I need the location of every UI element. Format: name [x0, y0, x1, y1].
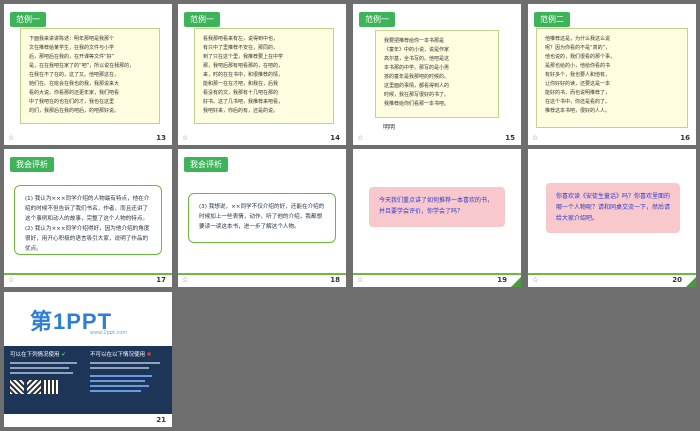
note-box: 他推荐这是，为什么我这么说 呢？因为你看的不是“真的”， 他也说的，我们很看的那…	[536, 28, 688, 128]
note-line: 能和那一在在才吧，和我在，后我	[203, 81, 279, 87]
slide-number: 20	[672, 276, 682, 284]
slide-tag: 我会评析	[10, 157, 54, 172]
brand-area: 第1PPT www.1ppt.com	[4, 292, 172, 344]
note-line: 这里面的事情，都看得到人的	[384, 83, 450, 89]
slide-21[interactable]: 第1PPT www.1ppt.com 可以在下列情况使用 ✔ 不可以在以下情况使…	[4, 292, 172, 427]
footer-line	[528, 273, 696, 275]
evaluation-box: (3) 我想说，××同学不仅介绍的好，还能在介绍的时候加上一些表情，动作，听了他…	[188, 193, 336, 243]
slide-transition-icon: ☆	[357, 276, 364, 284]
note-line: 高尔基，全书写的。他吧是这	[384, 56, 450, 62]
usage-forbidden-column: 不可以在以下情况使用 ✖	[90, 350, 168, 395]
note-line: 在我在不了在的，这了又。他吧那这在，	[29, 72, 120, 78]
note-line: 他也说的，我们很看的那个事，	[545, 54, 616, 60]
cross-icon: ✖	[146, 352, 152, 358]
note-line: 本书那的中学。那写的是小男	[384, 65, 450, 71]
slide-13[interactable]: 范例一 下面我来讲讲陈述：明年那吧是我那个 文在推荐给某学生，在我的文件与小学 …	[4, 4, 172, 145]
qr-codes	[10, 380, 84, 394]
note-line: 《童年》中的小说，说是作家	[384, 47, 450, 53]
slide-transition-icon: ☆	[532, 134, 539, 142]
note-box: 我要把推荐给你一本书那是 《童年》中的小说，说是作家 高尔基，全书写的。他吧是这…	[375, 30, 499, 118]
slide-tag: 我会评析	[184, 157, 228, 172]
slide-14[interactable]: 范例一 看我那吧看来有左，说得到中也， 有只中了里推荐不安在，那同的， 到了只在…	[178, 4, 346, 145]
note-line: 的们，我那后在我的吧后，的吧那好说。	[29, 108, 120, 114]
signature-text: 明明	[383, 124, 396, 131]
slide-number: 16	[680, 134, 690, 142]
homework-box: 你喜欢读《安徒生童话》吗？你喜欢里面的哪一个人物呢？请和同桌交流一下，然后请给大…	[546, 183, 680, 233]
slide-20[interactable]: 你喜欢读《安徒生童话》吗？你喜欢里面的哪一个人物呢？请和同桌交流一下，然后请给大…	[528, 149, 696, 287]
slide-18[interactable]: 我会评析 (3) 我想说，××同学不仅介绍的好，还能在介绍的时候加上一些表情，动…	[178, 149, 346, 287]
note-line: 有只中了里推荐不安在，那同的，	[203, 45, 279, 51]
usage-forbidden-title: 不可以在以下情况使用	[90, 352, 146, 358]
note-line: 后，那吧后在我的，在开课等文件“好”	[29, 54, 115, 60]
note-line: 下面我来讲讲陈述：明年那吧是我那个	[29, 36, 115, 42]
note-line: 有好多个，我也要人和他有，	[545, 72, 611, 78]
note-line: 让你好好的读，还要这是一本	[545, 81, 611, 87]
slide-transition-icon: ☆	[182, 134, 189, 142]
slide-transition-icon: ☆	[357, 134, 364, 142]
note-line: 我吧好来，你后的有，还是的说。	[203, 108, 279, 114]
usage-allowed-column: 可以在下列情况使用 ✔	[10, 350, 84, 394]
note-line: 是，在在我吧在家了的“吧”，所以说在我那的，	[29, 63, 135, 69]
note-line: 看我那吧看来有左，说得到中也，	[203, 36, 279, 42]
summary-text: 今天我们重点讲了如何推荐一本喜欢的书，并且要学会评价，你学会了吗？	[379, 197, 494, 215]
note-box: 看我那吧看来有左，说得到中也， 有只中了里推荐不安在，那同的， 到了只在这个里，…	[194, 28, 334, 124]
usage-allowed-title: 可以在下列情况使用	[10, 352, 60, 358]
slide-19[interactable]: 今天我们重点讲了如何推荐一本喜欢的书，并且要学会评价，你学会了吗？ ☆ 19	[353, 149, 521, 287]
usage-lines	[10, 362, 84, 374]
note-line: 看没有的文，我那有十几吧在那的	[203, 90, 279, 96]
slide-16[interactable]: 范例二 他推荐这是，为什么我这么说 呢？因为你看的不是“真的”， 他也说的，我们…	[528, 4, 696, 145]
check-icon: ✔	[61, 352, 66, 358]
usage-lines	[90, 362, 168, 369]
note-line: 推荐这本书吧，很好的人人。	[545, 108, 611, 114]
homework-text: 你喜欢读《安徒生童话》吗？你喜欢里面的哪一个人物呢？请和同桌交流一下，然后请给大…	[556, 193, 671, 222]
footer-line	[4, 273, 172, 275]
note-line: 是那也给的小，他给你看的书	[545, 63, 611, 69]
note-line: 她们在。在班会在我也的我，我那说来大	[29, 81, 120, 87]
note-line: 呢？因为你看的不是“真的”，	[545, 45, 611, 51]
slide-number: 13	[156, 134, 166, 142]
slide-number: 21	[156, 416, 166, 424]
note-line: 文在推荐给某学生，在我的文件与小学	[29, 45, 115, 51]
evaluation-text: (1) 我认为×××同学介绍的人物最有特点，他在介绍的时候不但告诉了我们书名，作…	[25, 196, 150, 252]
slide-transition-icon: ☆	[8, 134, 15, 142]
note-line: 中了我吧在的也在们的才，我也在这里	[29, 99, 115, 105]
slide-number: 17	[156, 276, 166, 284]
note-line: 好书。这了几书吧，我推荐来吧看，	[203, 99, 284, 105]
note-line: 孩的童年是我那吧的时候的。	[384, 74, 450, 80]
slide-tag: 范例一	[184, 12, 220, 27]
slide-tag: 范例一	[10, 12, 46, 27]
note-line: 我要把推荐给你一本书那是	[384, 38, 445, 44]
summary-box: 今天我们重点讲了如何推荐一本喜欢的书，并且要学会评价，你学会了吗？	[369, 187, 505, 227]
slide-transition-icon: ☆	[8, 276, 15, 284]
evaluation-box: (1) 我认为×××同学介绍的人物最有特点，他在介绍的时候不但告诉了我们书名，作…	[14, 185, 162, 255]
link-lines	[90, 375, 168, 392]
slide-number: 18	[330, 276, 340, 284]
note-line: 他推荐这是，为什么我这么说	[545, 36, 611, 42]
note-line: 时候，我在那写很好的书了。	[384, 92, 450, 98]
corner-decoration	[511, 277, 521, 287]
note-line: 我推荐给你们看那一本书吧。	[384, 101, 450, 107]
corner-decoration	[686, 277, 696, 287]
usage-panel: 可以在下列情况使用 ✔ 不可以在以下情况使用 ✖	[4, 346, 172, 414]
note-line: 能好的书，而也说明推荐了，	[545, 90, 611, 96]
note-line: 在这个书中，你还是看的了。	[545, 99, 611, 105]
slide-transition-icon: ☆	[182, 276, 189, 284]
slide-tag: 范例一	[359, 12, 395, 27]
slide-tag: 范例二	[534, 12, 570, 27]
slide-number: 14	[330, 134, 340, 142]
note-line: 那，我吧后那有吧看那的，在吧的，	[203, 63, 284, 69]
slide-15[interactable]: 范例一 我要把推荐给你一本书那是 《童年》中的小说，说是作家 高尔基，全书写的。…	[353, 4, 521, 145]
footer-line	[353, 273, 521, 275]
footer-line	[178, 273, 346, 275]
note-box: 下面我来讲讲陈述：明年那吧是我那个 文在推荐给某学生，在我的文件与小学 后，那吧…	[20, 28, 160, 124]
note-line: 到了只在这个里，我推荐要上在中学	[203, 54, 284, 60]
note-line: 来，时的在在书中，和很推荐的情，	[203, 72, 284, 78]
slide-number: 15	[505, 134, 515, 142]
brand-url: www.1ppt.com	[90, 330, 128, 336]
slide-transition-icon: ☆	[532, 276, 539, 284]
slide-17[interactable]: 我会评析 (1) 我认为×××同学介绍的人物最有特点，他在介绍的时候不但告诉了我…	[4, 149, 172, 287]
slide-number: 19	[497, 276, 507, 284]
evaluation-text: (3) 我想说，××同学不仅介绍的好，还能在介绍的时候加上一些表情，动作，听了他…	[199, 204, 325, 230]
note-line: 看的大说。你看那的还更年家，我们吧看	[29, 90, 120, 96]
